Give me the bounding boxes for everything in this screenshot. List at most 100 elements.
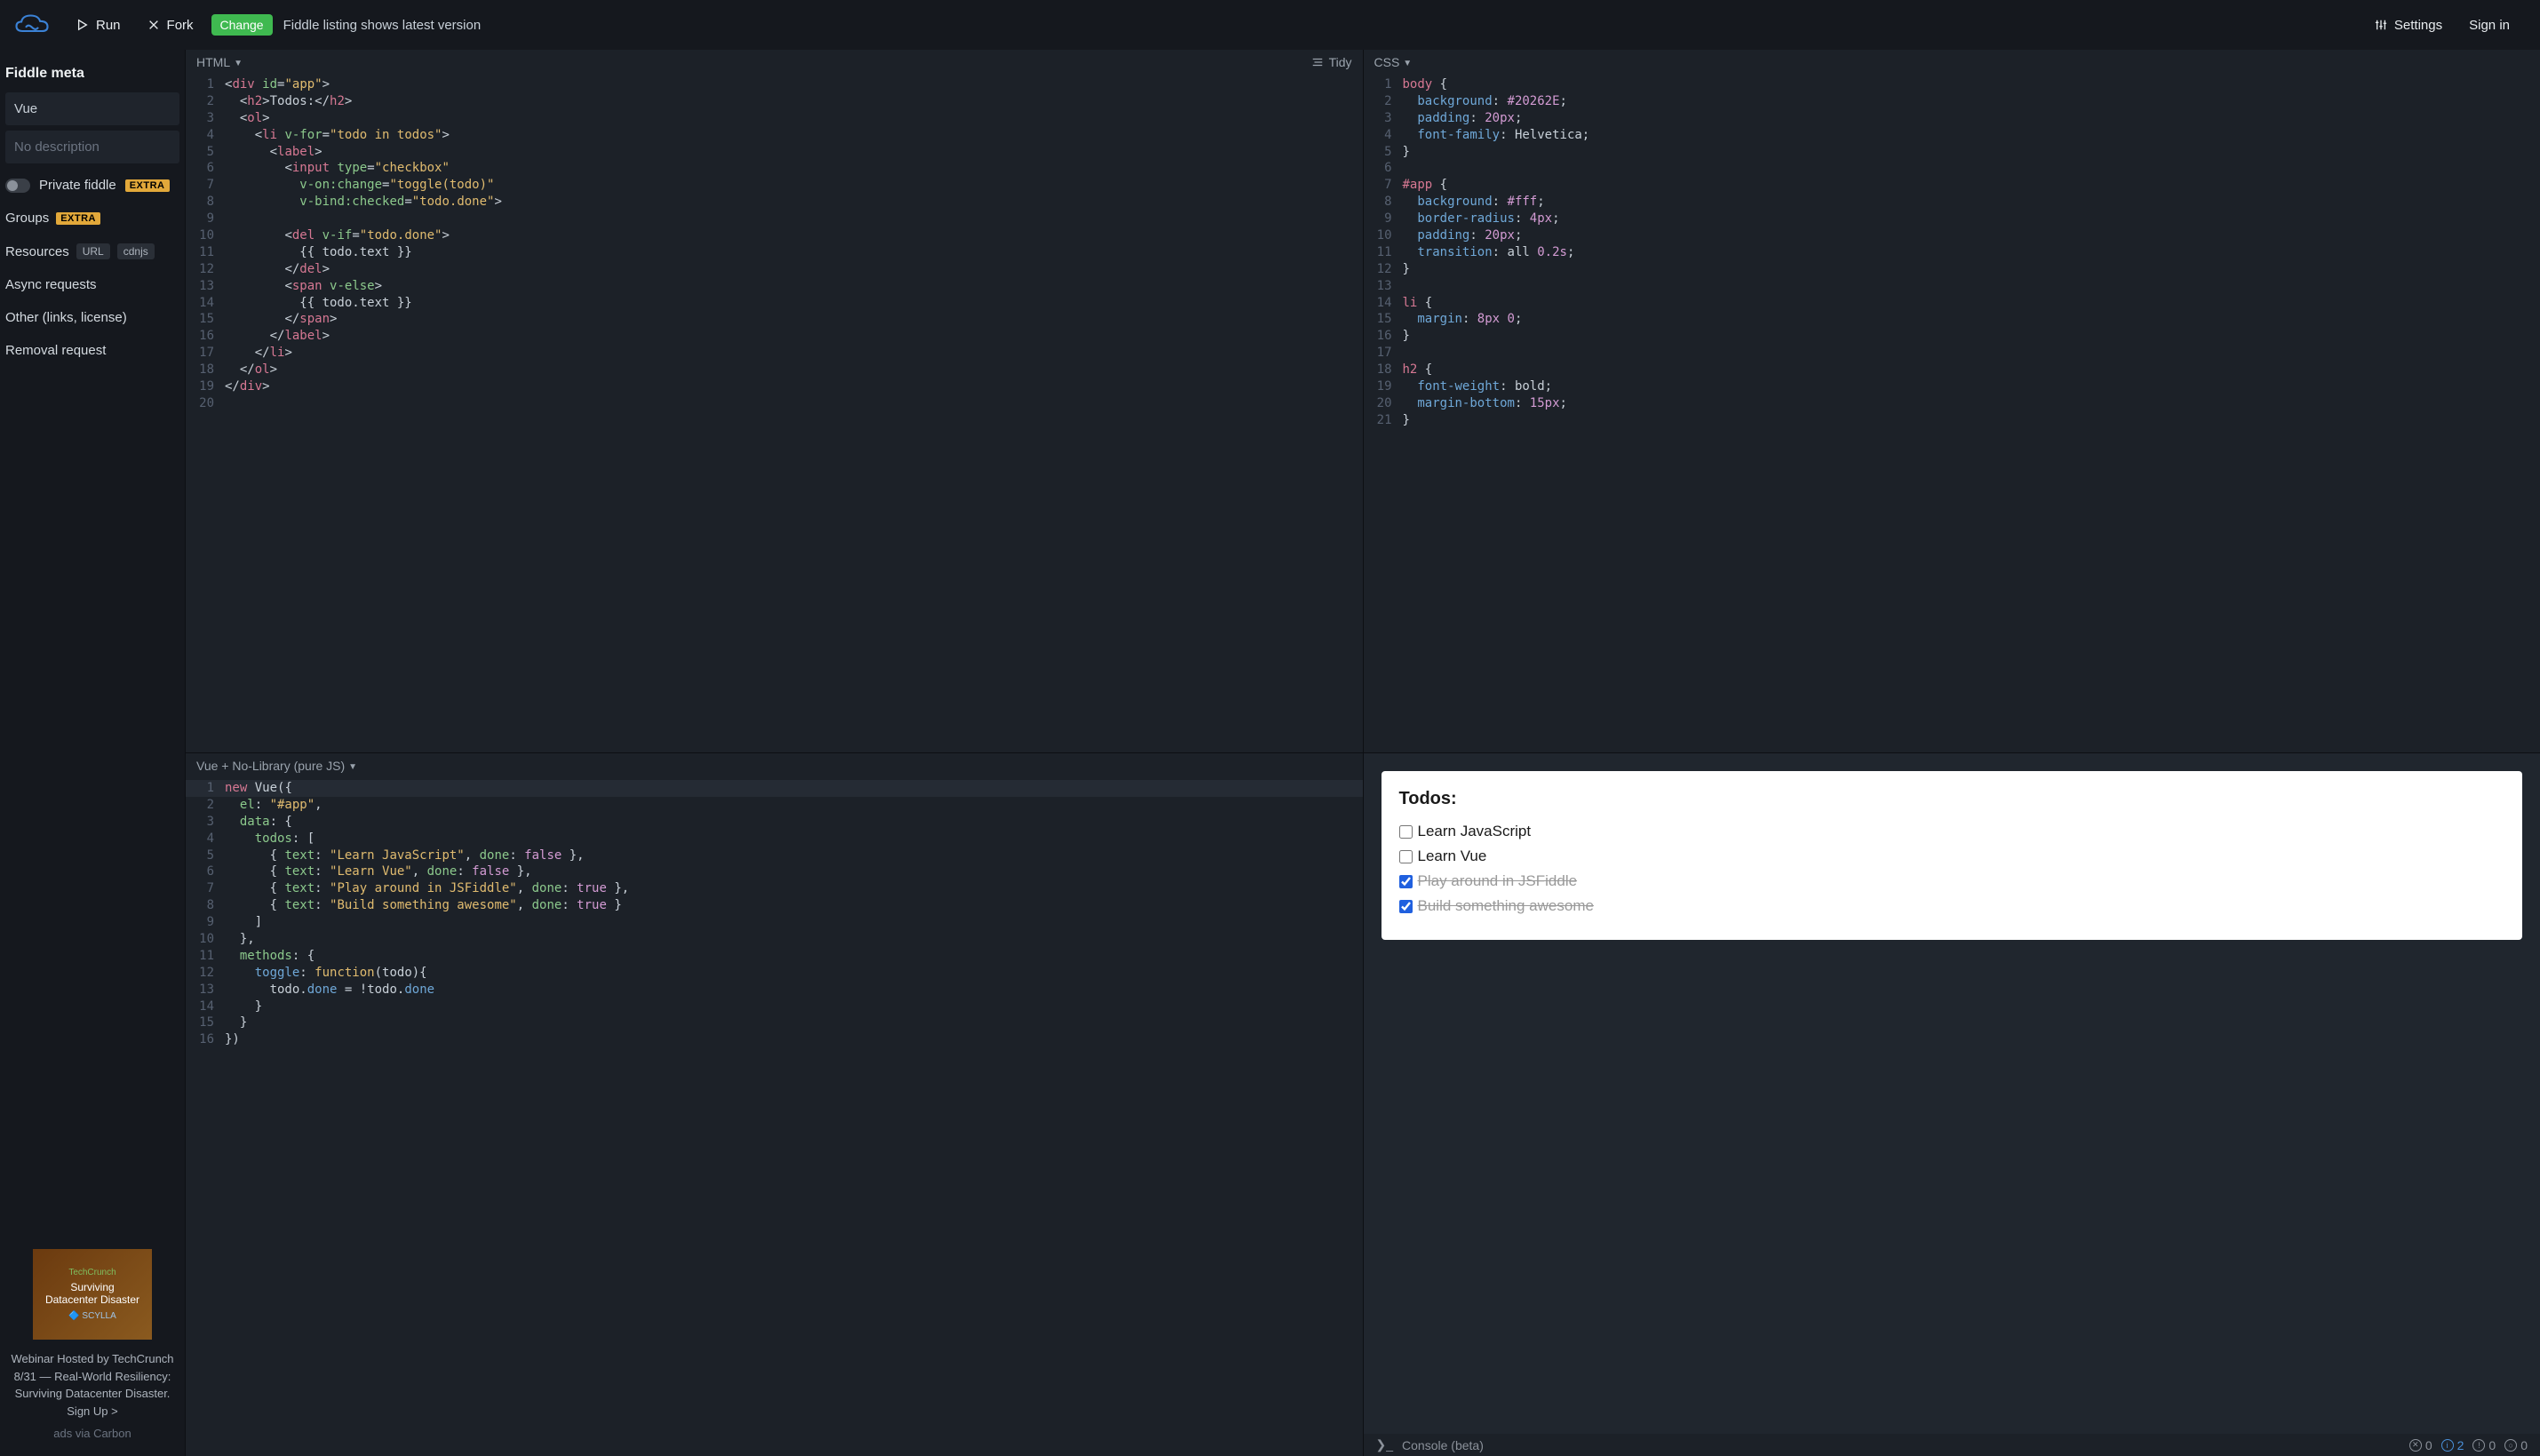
todo-checkbox[interactable] [1399,900,1413,913]
js-lang-dropdown[interactable]: Vue + No-Library (pure JS) ▼ [196,759,357,773]
fork-button[interactable]: Fork [139,12,203,38]
code-line[interactable]: 18 </ol> [186,362,1363,378]
code-line[interactable]: 8 background: #fff; [1364,194,2540,211]
ad-via[interactable]: ads via Carbon [7,1427,178,1440]
other-section[interactable]: Other (links, license) [0,301,185,334]
groups-section[interactable]: Groups EXTRA [0,202,185,235]
sidebar-footer: TechCrunch Surviving Datacenter Disaster… [0,1238,185,1456]
code-line[interactable]: 15 } [186,1014,1363,1031]
async-section[interactable]: Async requests [0,268,185,301]
code-line[interactable]: 18h2 { [1364,362,2540,378]
code-line[interactable]: 8 v-bind:checked="todo.done"> [186,194,1363,211]
private-fiddle-row[interactable]: Private fiddle EXTRA [0,169,185,202]
code-line[interactable]: 16} [1364,328,2540,345]
line-number: 4 [1364,127,1403,144]
js-pane: Vue + No-Library (pure JS) ▼ 1new Vue({2… [186,753,1363,1456]
code-line[interactable]: 13 [1364,278,2540,295]
code-line[interactable]: 1<div id="app"> [186,76,1363,93]
code-line[interactable]: 19 font-weight: bold; [1364,378,2540,395]
code-line[interactable]: 11 {{ todo.text }} [186,244,1363,261]
code-line[interactable]: 2 <h2>Todos:</h2> [186,93,1363,110]
code-line[interactable]: 20 margin-bottom: 15px; [1364,395,2540,412]
code-line[interactable]: 3 data: { [186,814,1363,831]
code-line[interactable]: 20 [186,395,1363,412]
code-line[interactable]: 11 transition: all 0.2s; [1364,244,2540,261]
result-list: Learn JavaScriptLearn VuePlay around in … [1399,823,2505,915]
code-line[interactable]: 9 ] [186,914,1363,931]
code-line[interactable]: 21} [1364,412,2540,429]
todo-checkbox[interactable] [1399,875,1413,888]
code-line[interactable]: 16 </label> [186,328,1363,345]
fiddle-desc-input[interactable] [5,131,179,163]
code-line[interactable]: 2 el: "#app", [186,797,1363,814]
ad-image[interactable]: TechCrunch Surviving Datacenter Disaster… [33,1249,152,1340]
line-number: 17 [1364,345,1403,362]
code-line[interactable]: 4 todos: [ [186,831,1363,847]
console-bar[interactable]: ❯_ Console (beta) ✕0 i2 !0 ○0 [1364,1434,2540,1456]
line-number: 9 [186,914,225,931]
code-line[interactable]: 1new Vue({ [186,780,1363,797]
ad-text[interactable]: Webinar Hosted by TechCrunch 8/31 — Real… [7,1350,178,1420]
code-line[interactable]: 17 </li> [186,345,1363,362]
code-line[interactable]: 19</div> [186,378,1363,395]
code-line[interactable]: 12 toggle: function(todo){ [186,965,1363,982]
line-number: 5 [1364,144,1403,161]
line-number: 18 [186,362,225,378]
code-line[interactable]: 17 [1364,345,2540,362]
html-lang-dropdown[interactable]: HTML ▼ [196,55,243,69]
code-line[interactable]: 7 v-on:change="toggle(todo)" [186,177,1363,194]
code-line[interactable]: 9 [186,211,1363,227]
code-line[interactable]: 3 padding: 20px; [1364,110,2540,127]
code-line[interactable]: 14li { [1364,295,2540,312]
code-line[interactable]: 5 <label> [186,144,1363,161]
code-line[interactable]: 10 }, [186,931,1363,948]
chevron-down-icon: ▼ [1403,59,1412,68]
code-line[interactable]: 4 font-family: Helvetica; [1364,127,2540,144]
code-line[interactable]: 6 [1364,160,2540,177]
tidy-button[interactable]: Tidy [1311,55,1352,69]
code-line[interactable]: 10 padding: 20px; [1364,227,2540,244]
code-line[interactable]: 4 <li v-for="todo in todos"> [186,127,1363,144]
code-line[interactable]: 11 methods: { [186,948,1363,965]
code-line[interactable]: 6 { text: "Learn Vue", done: false }, [186,863,1363,880]
code-line[interactable]: 14 {{ todo.text }} [186,295,1363,312]
code-line[interactable]: 7#app { [1364,177,2540,194]
resources-section[interactable]: Resources URL cdnjs [0,235,185,268]
settings-button[interactable]: Settings [2366,12,2451,38]
code-line[interactable]: 12 </del> [186,261,1363,278]
line-number: 13 [186,982,225,999]
code-line[interactable]: 7 { text: "Play around in JSFiddle", don… [186,880,1363,897]
code-line[interactable]: 13 <span v-else> [186,278,1363,295]
css-editor[interactable]: 1body {2 background: #20262E;3 padding: … [1364,75,2540,752]
change-badge[interactable]: Change [211,14,273,36]
run-button[interactable]: Run [68,12,130,38]
code-line[interactable]: 1body { [1364,76,2540,93]
code-line[interactable]: 9 border-radius: 4px; [1364,211,2540,227]
code-line[interactable]: 5} [1364,144,2540,161]
code-line[interactable]: 3 <ol> [186,110,1363,127]
code-line[interactable]: 8 { text: "Build something awesome", don… [186,897,1363,914]
code-line[interactable]: 13 todo.done = !todo.done [186,982,1363,999]
line-number: 3 [186,110,225,127]
code-line[interactable]: 16}) [186,1031,1363,1048]
code-line[interactable]: 15 </span> [186,311,1363,328]
js-editor[interactable]: 1new Vue({2 el: "#app",3 data: {4 todos:… [186,778,1363,1456]
todo-checkbox[interactable] [1399,850,1413,863]
groups-label: Groups [5,211,49,226]
code-line[interactable]: 10 <del v-if="todo.done"> [186,227,1363,244]
code-line[interactable]: 2 background: #20262E; [1364,93,2540,110]
removal-section[interactable]: Removal request [0,334,185,367]
code-line[interactable]: 5 { text: "Learn JavaScript", done: fals… [186,847,1363,864]
jsfiddle-logo[interactable] [12,12,52,37]
toggle-icon[interactable] [5,179,30,193]
signin-button[interactable]: Sign in [2460,12,2519,38]
code-line[interactable]: 12} [1364,261,2540,278]
line-number: 18 [1364,362,1403,378]
todo-checkbox[interactable] [1399,825,1413,839]
code-line[interactable]: 6 <input type="checkbox" [186,160,1363,177]
html-editor[interactable]: 1<div id="app">2 <h2>Todos:</h2>3 <ol>4 … [186,75,1363,752]
css-lang-dropdown[interactable]: CSS ▼ [1374,55,1413,69]
fiddle-name-input[interactable] [5,92,179,125]
code-line[interactable]: 14 } [186,999,1363,1015]
code-line[interactable]: 15 margin: 8px 0; [1364,311,2540,328]
